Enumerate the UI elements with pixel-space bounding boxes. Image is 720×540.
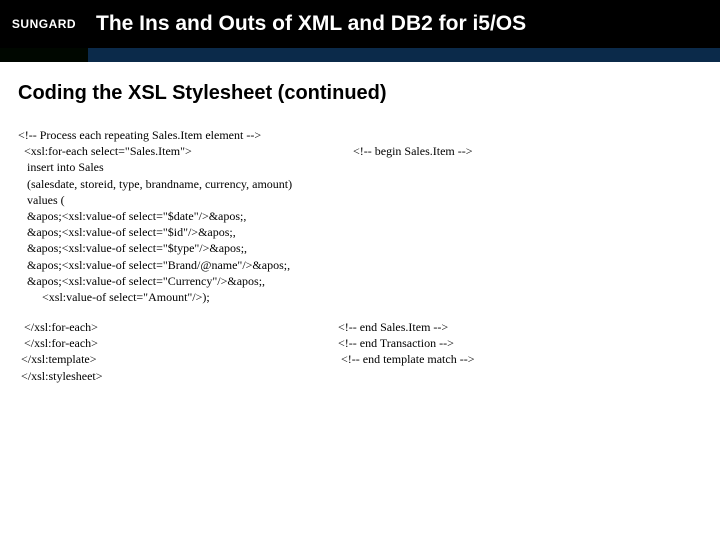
code-block: <!-- Process each repeating Sales.Item e…: [18, 127, 702, 384]
code-foreach-right-comment: <!-- begin Sales.Item -->: [353, 143, 473, 159]
code-value-id: &apos;<xsl:value-of select="$id"/>&apos;…: [18, 224, 702, 240]
code-insert: insert into Sales: [18, 159, 702, 175]
code-end-template-right: <!-- end template match -->: [338, 351, 474, 367]
code-end-transaction: </xsl:for-each> <!-- end Transaction -->: [18, 335, 702, 351]
brand-logo-text: SUNGARD: [12, 17, 76, 31]
section-title: Coding the XSL Stylesheet (continued): [18, 82, 702, 105]
code-value-type: &apos;<xsl:value-of select="$type"/>&apo…: [18, 240, 702, 256]
code-gap: [18, 305, 702, 319]
brand-logo: SUNGARD: [0, 0, 88, 48]
code-end-salesitem-right: <!-- end Sales.Item -->: [338, 319, 448, 335]
code-end-template: </xsl:template> <!-- end template match …: [18, 351, 702, 367]
code-value-date: &apos;<xsl:value-of select="$date"/>&apo…: [18, 208, 702, 224]
code-end-stylesheet: </xsl:stylesheet>: [18, 368, 702, 384]
code-value-currency: &apos;<xsl:value-of select="Currency"/>&…: [18, 273, 702, 289]
header-bar: SUNGARD The Ins and Outs of XML and DB2 …: [0, 0, 720, 48]
title-wrap: The Ins and Outs of XML and DB2 for i5/O…: [88, 0, 720, 48]
code-end-salesitem-left: </xsl:for-each>: [18, 319, 338, 335]
code-comment-top: <!-- Process each repeating Sales.Item e…: [18, 127, 702, 143]
header-accent-band: [0, 48, 720, 62]
code-value-brand: &apos;<xsl:value-of select="Brand/@name"…: [18, 257, 702, 273]
code-end-stylesheet-left: </xsl:stylesheet>: [18, 368, 338, 384]
page-title: The Ins and Outs of XML and DB2 for i5/O…: [96, 12, 526, 36]
code-values-open: values (: [18, 192, 702, 208]
code-foreach-left: <xsl:for-each select="Sales.Item">: [18, 143, 353, 159]
slide-content: Coding the XSL Stylesheet (continued) <!…: [0, 62, 720, 384]
accent-dark: [0, 48, 88, 62]
code-value-amount: <xsl:value-of select="Amount"/>);: [18, 289, 702, 305]
accent-navy: [88, 48, 720, 62]
code-end-template-left: </xsl:template>: [18, 351, 338, 367]
code-foreach-line: <xsl:for-each select="Sales.Item"> <!-- …: [18, 143, 702, 159]
code-end-transaction-right: <!-- end Transaction -->: [338, 335, 454, 351]
code-end-transaction-left: </xsl:for-each>: [18, 335, 338, 351]
code-end-salesitem: </xsl:for-each> <!-- end Sales.Item -->: [18, 319, 702, 335]
code-columns: (salesdate, storeid, type, brandname, cu…: [18, 176, 702, 192]
